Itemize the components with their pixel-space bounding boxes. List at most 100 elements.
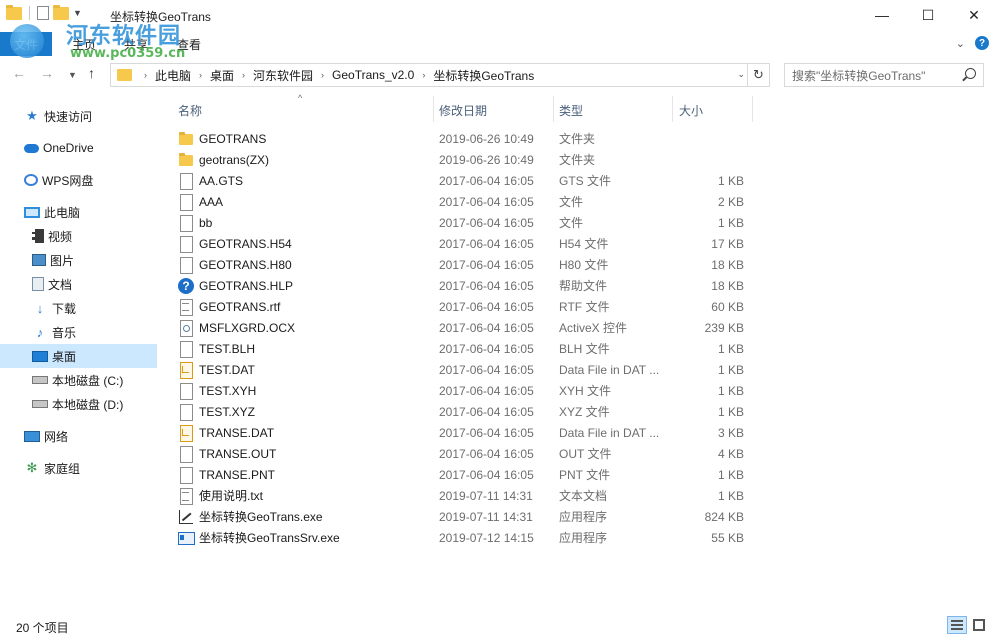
file-name-cell: GEOTRANS.H54 — [178, 235, 292, 253]
table-row[interactable]: GEOTRANS.rtf 2017-06-04 16:05 RTF 文件 60 KB — [170, 296, 750, 317]
file-name: TRANSE.DAT — [199, 425, 275, 440]
file-size: 1 KB — [717, 488, 744, 503]
maximize-button[interactable]: ☐ — [905, 0, 951, 30]
nav-item[interactable]: WPS网盘 — [0, 168, 157, 192]
table-row[interactable]: TEST.DAT 2017-06-04 16:05 Data File in DAT… — [170, 359, 750, 380]
address-bar[interactable]: › 此电脑 › 桌面 › 河东软件园 › GeoTrans_v2.0 › 坐标转… — [110, 63, 770, 87]
nav-item[interactable]: ↓ 下载 — [0, 296, 157, 320]
up-arrow-icon[interactable]: ↑ — [88, 65, 95, 81]
table-row[interactable]: GEOTRANS.H80 2017-06-04 16:05 H80 文件 18 KB — [170, 254, 750, 275]
table-row[interactable]: geotrans(ZX) 2019-06-26 10:49 文件夹 — [170, 149, 750, 170]
table-row[interactable]: GEOTRANS.HLP 2017-06-04 16:05 帮助文件 18 KB — [170, 275, 750, 296]
nav-item[interactable]: 文档 — [0, 272, 157, 296]
file-icon — [178, 403, 194, 421]
properties-icon[interactable] — [37, 6, 49, 20]
file-name: GEOTRANS.H80 — [199, 257, 292, 272]
table-row[interactable]: TEST.XYZ 2017-06-04 16:05 XYZ 文件 1 KB — [170, 401, 750, 422]
file-name-cell: TRANSE.PNT — [178, 466, 275, 484]
breadcrumb-geotrans-v2[interactable]: GeoTrans_v2.0 — [332, 68, 414, 82]
column-header-size[interactable]: 大小 — [679, 102, 703, 119]
tab-view[interactable]: 查看 — [177, 36, 201, 53]
nav-item[interactable]: 此电脑 — [0, 200, 157, 224]
table-row[interactable]: TRANSE.OUT 2017-06-04 16:05 OUT 文件 4 KB — [170, 443, 750, 464]
table-row[interactable]: TRANSE.PNT 2017-06-04 16:05 PNT 文件 1 KB — [170, 464, 750, 485]
back-arrow-icon[interactable]: ← — [12, 65, 26, 81]
table-row[interactable]: GEOTRANS 2019-06-26 10:49 文件夹 — [170, 128, 750, 149]
table-row[interactable]: AA.GTS 2017-06-04 16:05 GTS 文件 1 KB — [170, 170, 750, 191]
file-size: 1 KB — [717, 383, 744, 398]
column-divider[interactable] — [433, 96, 434, 122]
file-date: 2019-07-11 14:31 — [439, 509, 533, 524]
column-header-date[interactable]: 修改日期 — [439, 102, 487, 119]
table-row[interactable]: bb 2017-06-04 16:05 文件 1 KB — [170, 212, 750, 233]
refresh-icon[interactable]: ↻ — [747, 64, 769, 86]
column-divider[interactable] — [752, 96, 753, 122]
file-type: 文件 — [559, 216, 584, 230]
homegroup-icon: ✻ — [26, 460, 38, 475]
file-icon — [178, 193, 194, 211]
nav-item[interactable]: 桌面 — [0, 344, 157, 368]
table-row[interactable]: GEOTRANS.H54 2017-06-04 16:05 H54 文件 17 KB — [170, 233, 750, 254]
file-list: ^ 名称 修改日期 类型 大小 GEOTRANS 2019-06-26 10:49… — [170, 93, 997, 610]
table-row[interactable]: 坐标转换GeoTransSrv.exe 2019-07-12 14:15 应用程序 5… — [170, 527, 750, 548]
file-type: GTS 文件 — [559, 174, 612, 188]
status-bar: 20 个项目 — [0, 612, 997, 638]
nav-item-label: 网络 — [44, 429, 69, 444]
breadcrumb-chevron-icon[interactable]: › — [242, 70, 245, 80]
nav-item[interactable]: 图片 — [0, 248, 157, 272]
customize-toolbar-chevron-icon[interactable]: ▼ — [73, 8, 82, 18]
table-row[interactable]: TEST.BLH 2017-06-04 16:05 BLH 文件 1 KB — [170, 338, 750, 359]
table-row[interactable]: AAA 2017-06-04 16:05 文件 2 KB — [170, 191, 750, 212]
search-input[interactable]: 搜索"坐标转换GeoTrans" — [784, 63, 984, 87]
window-title: 坐标转换GeoTrans — [110, 10, 211, 24]
nav-item-label: 下载 — [52, 301, 77, 316]
forward-arrow-icon[interactable]: → — [40, 65, 54, 81]
tab-home[interactable]: 主页 — [72, 36, 96, 53]
breadcrumb-chevron-icon[interactable]: › — [321, 70, 324, 80]
address-history-chevron-icon[interactable]: ⌄ — [737, 69, 745, 80]
tab-file[interactable]: 文件 — [0, 32, 52, 56]
nav-item[interactable]: 网络 — [0, 424, 157, 448]
minimize-button[interactable]: — — [859, 0, 905, 30]
nav-item[interactable]: ✻ 家庭组 — [0, 456, 157, 480]
nav-item[interactable]: OneDrive — [0, 136, 157, 160]
help-icon[interactable]: ? — [975, 36, 989, 50]
expand-ribbon-chevron-icon[interactable]: ⌄ — [956, 37, 965, 50]
breadcrumb-this-pc[interactable]: 此电脑 — [155, 67, 191, 84]
file-type: XYZ 文件 — [559, 405, 610, 419]
breadcrumb-chevron-icon[interactable]: › — [422, 70, 425, 80]
nav-item[interactable]: ♪ 音乐 — [0, 320, 157, 344]
file-name: GEOTRANS.rtf — [199, 299, 281, 314]
nav-item[interactable]: 本地磁盘 (C:) — [0, 368, 157, 392]
search-icon[interactable] — [965, 68, 976, 79]
nav-item[interactable]: 本地磁盘 (D:) — [0, 392, 157, 416]
table-row[interactable]: MSFLXGRD.OCX 2017-06-04 16:05 ActiveX 控件 23… — [170, 317, 750, 338]
nav-item[interactable]: 视频 — [0, 224, 157, 248]
large-icons-view-button[interactable] — [969, 616, 989, 634]
table-row[interactable]: TEST.XYH 2017-06-04 16:05 XYH 文件 1 KB — [170, 380, 750, 401]
table-row[interactable]: 坐标转换GeoTrans.exe 2019-07-11 14:31 应用程序 824 … — [170, 506, 750, 527]
breadcrumb-chevron-icon[interactable]: › — [144, 70, 147, 80]
nav-item-label: 文档 — [48, 277, 73, 292]
tab-share[interactable]: 共享 — [124, 36, 148, 53]
recent-locations-chevron-icon[interactable]: ▼ — [68, 70, 77, 80]
column-header-type[interactable]: 类型 — [559, 102, 583, 119]
file-size: 3 KB — [717, 425, 744, 440]
nav-item-label: 本地磁盘 (D:) — [52, 397, 124, 412]
breadcrumb-hedong[interactable]: 河东软件园 — [253, 67, 313, 84]
breadcrumb-current[interactable]: 坐标转换GeoTrans — [433, 67, 534, 84]
table-row[interactable]: TRANSE.DAT 2017-06-04 16:05 Data File in D… — [170, 422, 750, 443]
column-divider[interactable] — [672, 96, 673, 122]
table-row[interactable]: 使用说明.txt 2019-07-11 14:31 文本文档 1 KB — [170, 485, 750, 506]
nav-item[interactable]: ★ 快速访问 — [0, 104, 157, 128]
breadcrumb-desktop[interactable]: 桌面 — [210, 67, 234, 84]
new-folder-icon[interactable] — [53, 4, 69, 20]
file-name-cell: TEST.XYZ — [178, 403, 255, 421]
column-header-name[interactable]: 名称 — [178, 102, 202, 119]
column-divider[interactable] — [553, 96, 554, 122]
file-name-cell: 使用说明.txt — [178, 487, 263, 505]
breadcrumb-chevron-icon[interactable]: › — [199, 70, 202, 80]
close-button[interactable]: ✕ — [951, 0, 997, 30]
details-view-button[interactable] — [947, 616, 967, 634]
file-type: H80 文件 — [559, 258, 609, 272]
